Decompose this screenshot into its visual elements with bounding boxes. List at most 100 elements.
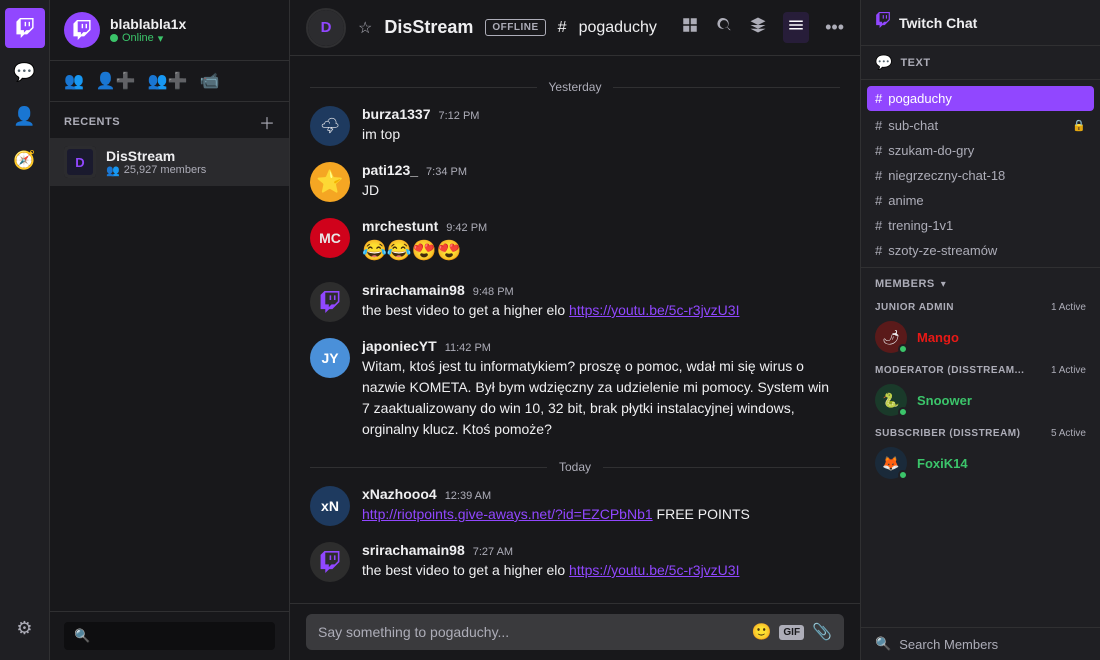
status-dot [898, 344, 908, 354]
add-friend-icon[interactable]: 👤➕ [96, 71, 136, 91]
chat-nav-icon[interactable]: 💬 [5, 52, 45, 92]
server-item-disstream[interactable]: D DisStream 👥 25,927 members [50, 138, 289, 186]
grid-icon[interactable] [681, 16, 699, 39]
message-username: srirachamain98 [362, 282, 465, 298]
text-label: TEXT [900, 57, 930, 69]
message-time: 9:48 PM [473, 286, 514, 298]
message-time: 12:39 AM [445, 490, 491, 502]
friends-nav-icon[interactable]: 👤 [5, 96, 45, 136]
settings-nav-icon[interactable]: ⚙ [5, 608, 45, 648]
channel-item-niegrzeczny[interactable]: # niegrzeczny-chat-18 [861, 163, 1100, 188]
avatar: ⭐ [310, 162, 350, 202]
message-text: the best video to get a higher elo https… [362, 300, 840, 321]
message-link[interactable]: https://youtu.be/5c-r3jvzU3I [569, 302, 739, 318]
message-header: mrchestunt 9:42 PM [362, 218, 840, 234]
channel-item-sub-chat[interactable]: # sub-chat 🔒 [861, 113, 1100, 138]
add-recent-button[interactable]: ＋ [259, 110, 275, 134]
message-text: Witam, ktoś jest tu informatykiem? prosz… [362, 356, 840, 440]
message-content: srirachamain98 7:27 AM the best video to… [362, 542, 840, 582]
message-header: burza1337 7:12 PM [362, 106, 840, 122]
chat-input-area: 🙂 GIF 📎 [290, 603, 860, 660]
more-icon[interactable]: ••• [825, 17, 844, 38]
twitch-nav-icon[interactable] [5, 8, 45, 48]
member-group-header-mod: MODERATOR (DISSTREAM... 1 Active [861, 357, 1100, 380]
server-actions-row: 👥 👤➕ 👥➕ 📹 [50, 61, 289, 102]
discover-nav-icon[interactable]: 🧭 [5, 140, 45, 180]
emoji-button[interactable]: 🙂 [751, 622, 771, 642]
member-name: Mango [917, 330, 959, 345]
recents-header: RECENTS ＋ [50, 102, 289, 138]
text-section-label: 💬 TEXT [861, 46, 1100, 80]
channel-name: trening-1v1 [888, 218, 953, 233]
member-group-count: 5 Active [1051, 428, 1086, 439]
member-group-count: 1 Active [1051, 365, 1086, 376]
member-group-header-sub: SUBSCRIBER (DISSTREAM) 5 Active [861, 420, 1100, 443]
list-item[interactable]: 🦊 FoxiK14 [861, 443, 1100, 483]
chat-input[interactable] [318, 624, 743, 640]
date-divider-yesterday: Yesterday [290, 72, 860, 102]
message-time: 7:34 PM [426, 166, 467, 178]
channel-name: sub-chat [888, 118, 938, 133]
table-row: xN xNazhooo4 12:39 AM http://riotpoints.… [290, 482, 860, 530]
main-header: D ☆ DisStream OFFLINE # pogaduchy [290, 0, 860, 56]
avatar: JY [310, 338, 350, 378]
search-header-icon[interactable] [715, 16, 733, 39]
message-time: 11:42 PM [445, 342, 491, 354]
recents-label: RECENTS [64, 116, 120, 128]
members-arrow-icon[interactable]: ▾ [941, 279, 946, 290]
message-link[interactable]: https://youtu.be/5c-r3jvzU3I [569, 562, 739, 578]
channel-item-szukam[interactable]: # szukam-do-gry [861, 138, 1100, 163]
server-logo: D [306, 8, 346, 48]
avatar [310, 542, 350, 582]
user-info: blablabla1x Online ▾ [110, 16, 275, 45]
channel-name: niegrzeczny-chat-18 [888, 168, 1005, 183]
message-header: srirachamain98 9:48 PM [362, 282, 840, 298]
search-box[interactable]: 🔍 [64, 622, 275, 650]
message-text: im top [362, 124, 840, 145]
message-time: 7:27 AM [473, 546, 513, 558]
user-avatar [64, 12, 100, 48]
list-item[interactable]: 🐍 Snoower [861, 380, 1100, 420]
table-row: JY japoniecYT 11:42 PM Witam, ktoś jest … [290, 334, 860, 444]
gif-button[interactable]: GIF [779, 625, 804, 640]
channel-hash-icon: # [875, 118, 882, 133]
twitch-chat-header: Twitch Chat [861, 0, 1100, 46]
message-content: burza1337 7:12 PM im top [362, 106, 840, 146]
search-members-input[interactable] [899, 637, 1086, 652]
message-username: pati123_ [362, 162, 418, 178]
members-header: MEMBERS ▾ [861, 268, 1100, 294]
message-content: xNazhooo4 12:39 AM http://riotpoints.giv… [362, 486, 840, 526]
status-dot [110, 34, 118, 42]
attachment-button[interactable]: 📎 [812, 622, 832, 642]
list-item[interactable]: 🌶 Mango [861, 317, 1100, 357]
avatar: xN [310, 486, 350, 526]
search-members-icon: 🔍 [875, 636, 891, 652]
video-icon[interactable]: 📹 [200, 71, 220, 91]
avatar: 🦊 [875, 447, 907, 479]
member-group-header-admin: JUNIOR ADMIN 1 Active [861, 294, 1100, 317]
menu-icon[interactable] [783, 12, 809, 43]
people-icon[interactable]: 👥 [64, 71, 84, 91]
username: blablabla1x [110, 16, 275, 32]
avatar [310, 282, 350, 322]
message-content: mrchestunt 9:42 PM 😂😂😍😍 [362, 218, 840, 266]
message-link[interactable]: http://riotpoints.give-aways.net/?id=EZC… [362, 506, 653, 522]
channel-item-szoty[interactable]: # szoty-ze-streamów [861, 238, 1100, 263]
channel-item-pogaduchy[interactable]: # pogaduchy [867, 86, 1094, 111]
layers-icon[interactable] [749, 16, 767, 39]
message-header: xNazhooo4 12:39 AM [362, 486, 840, 502]
add-group-icon[interactable]: 👥➕ [148, 71, 188, 91]
members-section: MEMBERS ▾ JUNIOR ADMIN 1 Active 🌶 Mango … [861, 268, 1100, 627]
message-text: 😂😂😍😍 [362, 236, 840, 266]
message-time: 7:12 PM [438, 110, 479, 122]
member-group-label: SUBSCRIBER (DISSTREAM) [875, 428, 1020, 439]
channel-item-anime[interactable]: # anime [861, 188, 1100, 213]
channel-item-trening[interactable]: # trening-1v1 [861, 213, 1100, 238]
main-content: D ☆ DisStream OFFLINE # pogaduchy [290, 0, 860, 660]
favorite-icon[interactable]: ☆ [358, 18, 372, 38]
status-dot [898, 407, 908, 417]
status-dot [898, 470, 908, 480]
text-icon: 💬 [875, 54, 892, 71]
table-row: ⭐ pati123_ 7:34 PM JD [290, 158, 860, 206]
chat-input-box: 🙂 GIF 📎 [306, 614, 844, 650]
